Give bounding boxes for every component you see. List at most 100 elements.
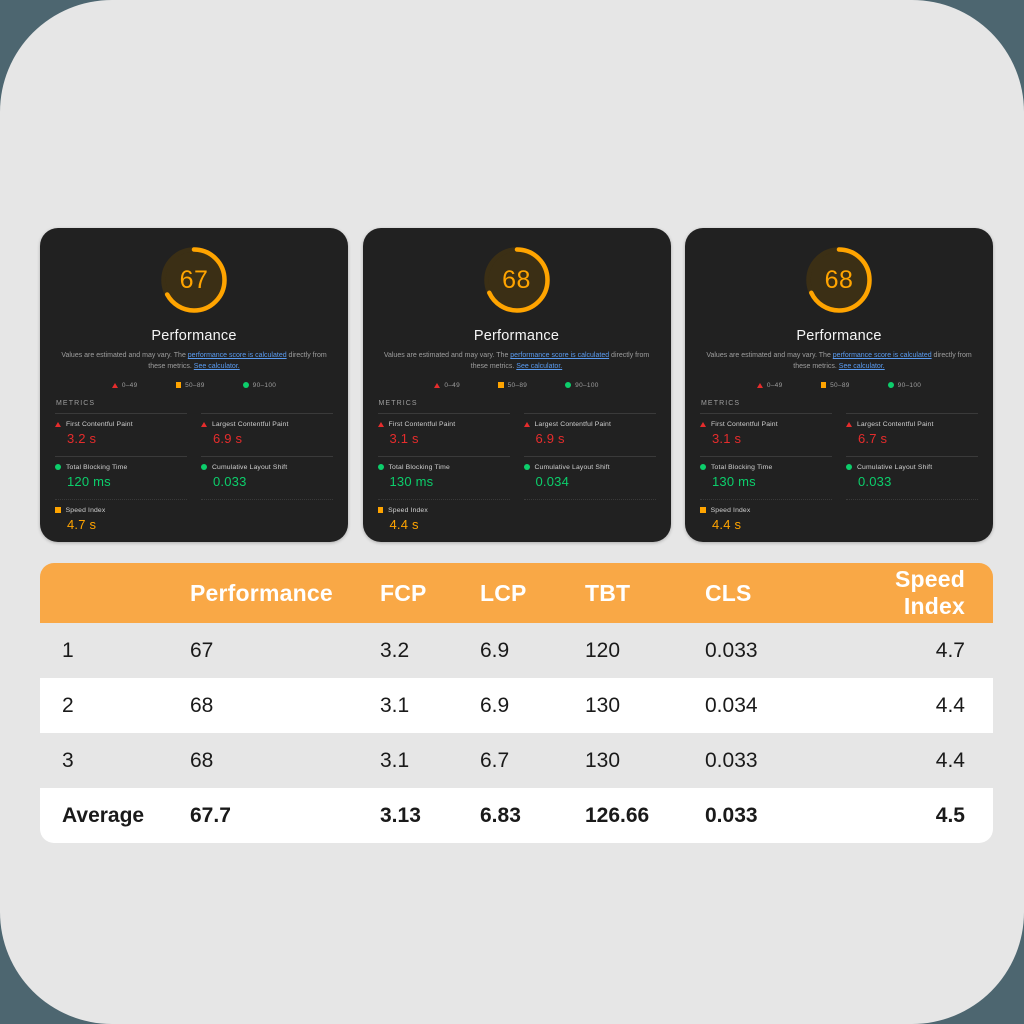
- results-table: Performance FCP LCP TBT CLS Speed Index …: [40, 563, 993, 843]
- triangle-icon: [756, 382, 763, 388]
- metric-label: First Contentful Paint: [711, 420, 778, 428]
- results-table-header-row: Performance FCP LCP TBT CLS Speed Index: [40, 563, 993, 623]
- metric-item[interactable]: Cumulative Layout Shift 0.034: [523, 455, 656, 499]
- metric-label: Largest Contentful Paint: [857, 420, 934, 428]
- column-header-run[interactable]: [40, 563, 190, 623]
- cell-fcp: 3.13: [380, 788, 480, 843]
- column-header-performance[interactable]: Performance: [190, 563, 380, 623]
- gauge-container: 67: [50, 228, 338, 318]
- metric-item[interactable]: Total Blocking Time 130 ms: [377, 455, 510, 499]
- cell-run: 2: [40, 678, 190, 733]
- table-row[interactable]: 2 68 3.1 6.9 130 0.034 4.4: [40, 678, 993, 733]
- circle-icon: [846, 464, 852, 471]
- cell-lcp: 6.83: [480, 788, 585, 843]
- cell-cls: 0.033: [705, 623, 840, 678]
- metric-item[interactable]: First Contentful Paint 3.2 s: [55, 412, 187, 456]
- cell-tbt: 130: [585, 678, 705, 733]
- score-legend: 0–49 50–89 90–100: [373, 382, 661, 389]
- metric-label-row: Largest Contentful Paint: [201, 421, 333, 428]
- metric-item[interactable]: First Contentful Paint 3.1 s: [700, 412, 832, 456]
- circle-icon: [523, 464, 530, 471]
- column-header-lcp[interactable]: LCP: [480, 563, 585, 623]
- page-panel: 67 Performance Values are estimated and ma…: [0, 0, 1024, 1024]
- metric-label: Cumulative Layout Shift: [857, 463, 933, 471]
- square-icon: [55, 507, 61, 513]
- legend-range-label: 50–89: [830, 381, 850, 389]
- cell-tbt: 120: [585, 623, 705, 678]
- gauge-container: 68: [695, 228, 983, 318]
- card-title: Performance: [796, 328, 882, 344]
- metric-label: Total Blocking Time: [711, 463, 773, 471]
- performance-gauge[interactable]: 68: [479, 242, 555, 318]
- cell-speed-index: 4.7: [840, 623, 993, 678]
- metric-value: 0.033: [213, 473, 247, 489]
- metric-item[interactable]: Cumulative Layout Shift 0.033: [846, 455, 978, 499]
- performance-score-link[interactable]: performance score is calculated: [833, 352, 932, 359]
- triangle-icon: [377, 421, 384, 427]
- table-row[interactable]: 1 67 3.2 6.9 120 0.033 4.7: [40, 623, 993, 678]
- circle-icon: [700, 464, 706, 471]
- cell-speed-index: 4.4: [840, 678, 993, 733]
- metric-label: Speed Index: [388, 506, 428, 514]
- legend-item: 50–89: [175, 382, 205, 389]
- metric-item[interactable]: Largest Contentful Paint 6.9 s: [201, 412, 333, 456]
- cell-lcp: 6.7: [480, 733, 585, 788]
- performance-score-link[interactable]: performance score is calculated: [188, 352, 287, 359]
- triangle-icon: [434, 382, 441, 388]
- metric-value: 130 ms: [389, 473, 434, 489]
- square-icon: [700, 507, 706, 513]
- results-table-element: Performance FCP LCP TBT CLS Speed Index …: [40, 563, 993, 843]
- metric-label-row: Largest Contentful Paint: [846, 421, 978, 428]
- metric-label-row: Cumulative Layout Shift: [201, 464, 333, 471]
- cell-lcp: 6.9: [480, 623, 585, 678]
- cell-performance: 68: [190, 733, 380, 788]
- metric-label: Largest Contentful Paint: [212, 420, 289, 428]
- column-header-cls[interactable]: CLS: [705, 563, 840, 623]
- metric-item[interactable]: Largest Contentful Paint 6.9 s: [523, 412, 656, 456]
- performance-gauge[interactable]: 67: [156, 242, 232, 318]
- metric-item[interactable]: Cumulative Layout Shift 0.033: [201, 455, 333, 499]
- column-header-speed-index[interactable]: Speed Index: [840, 563, 993, 623]
- metric-item[interactable]: Total Blocking Time 130 ms: [700, 455, 832, 499]
- see-calculator-link[interactable]: See calculator.: [516, 363, 562, 370]
- legend-item: 90–100: [565, 382, 599, 389]
- metric-item[interactable]: Speed Index 4.4 s: [377, 498, 510, 542]
- metrics-grid: First Contentful Paint 3.1 s Largest Conte…: [373, 412, 661, 542]
- metric-label-row: First Contentful Paint: [377, 420, 510, 428]
- metric-item[interactable]: Speed Index 4.7 s: [55, 498, 187, 542]
- square-icon: [175, 382, 182, 388]
- metric-label: Speed Index: [65, 506, 106, 514]
- legend-range-label: 0–49: [121, 381, 138, 389]
- score-legend: 0–49 50–89 90–100: [695, 382, 983, 389]
- performance-score-link[interactable]: performance score is calculated: [510, 352, 609, 359]
- legend-range-label: 90–100: [575, 381, 599, 389]
- column-header-fcp[interactable]: FCP: [380, 563, 480, 623]
- cell-fcp: 3.2: [380, 623, 480, 678]
- table-row-average[interactable]: Average 67.7 3.13 6.83 126.66 0.033 4.5: [40, 788, 993, 843]
- metrics-grid: First Contentful Paint 3.2 s Largest Conte…: [50, 412, 338, 542]
- cell-run: Average: [40, 788, 190, 843]
- metric-item[interactable]: Largest Contentful Paint 6.7 s: [846, 412, 978, 456]
- column-header-tbt[interactable]: TBT: [585, 563, 705, 623]
- metric-item[interactable]: Total Blocking Time 120 ms: [55, 455, 187, 499]
- circle-icon: [887, 382, 894, 389]
- card-title: Performance: [151, 328, 237, 344]
- metric-label: First Contentful Paint: [388, 420, 456, 428]
- see-calculator-link[interactable]: See calculator.: [839, 363, 885, 370]
- see-calculator-link[interactable]: See calculator.: [194, 363, 240, 370]
- lighthouse-cards-row: 67 Performance Values are estimated and ma…: [40, 228, 993, 542]
- cell-run: 3: [40, 733, 190, 788]
- disclaimer-text-part1: Values are estimated and may vary. The: [61, 352, 188, 359]
- metric-label-row: First Contentful Paint: [55, 421, 187, 428]
- circle-icon: [55, 464, 61, 471]
- metric-item[interactable]: Speed Index 4.4 s: [700, 498, 832, 542]
- metrics-grid: First Contentful Paint 3.1 s Largest Conte…: [695, 412, 983, 542]
- triangle-icon: [523, 421, 530, 427]
- score-disclaimer: Values are estimated and may vary. The p…: [56, 351, 332, 373]
- metric-label-row: Largest Contentful Paint: [523, 421, 656, 428]
- table-row[interactable]: 3 68 3.1 6.7 130 0.033 4.4: [40, 733, 993, 788]
- metric-label: Cumulative Layout Shift: [534, 463, 610, 471]
- performance-gauge[interactable]: 68: [801, 242, 877, 318]
- cell-tbt: 126.66: [585, 788, 705, 843]
- metric-item[interactable]: First Contentful Paint 3.1 s: [377, 412, 510, 456]
